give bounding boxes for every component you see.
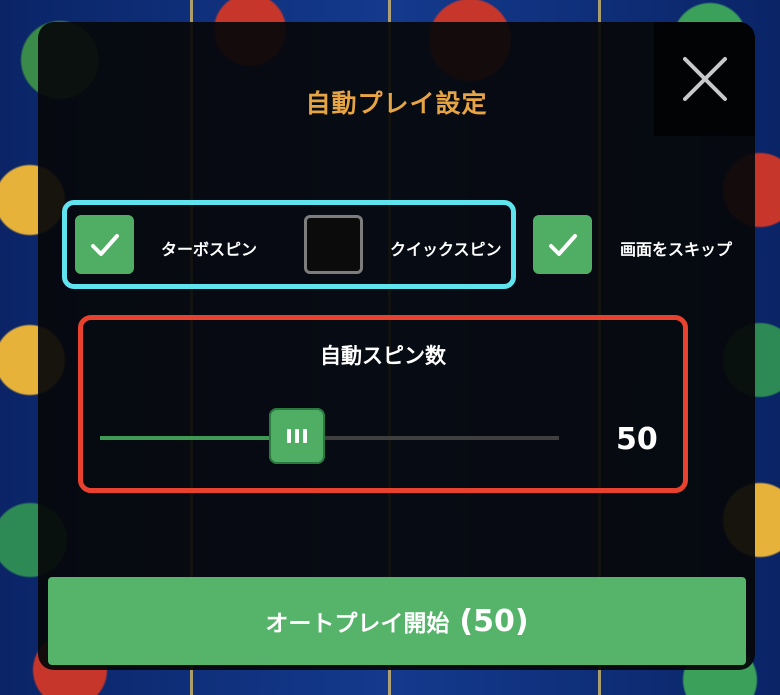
spin-count-slider[interactable] [100, 408, 559, 464]
auto-spin-count-panel: 自動スピン数 [78, 315, 688, 493]
start-autoplay-count: (50) [459, 603, 529, 639]
turbo-spin-label: ターボスピン [161, 240, 258, 259]
skip-screen-checkbox[interactable] [533, 215, 592, 274]
turbo-spin-checkbox[interactable] [75, 215, 134, 274]
checkmark-icon [548, 233, 577, 256]
checkmark-icon [90, 233, 119, 256]
spin-count-value: 50 [616, 422, 658, 457]
quick-spin-checkbox[interactable] [304, 215, 363, 274]
close-button[interactable] [654, 22, 755, 136]
start-autoplay-button[interactable]: オートプレイ開始 (50) [48, 577, 746, 665]
start-autoplay-label: オートプレイ開始 [265, 611, 450, 637]
dialog-title: 自動プレイ設定 [305, 89, 488, 118]
close-x-icon [682, 57, 727, 101]
autoplay-settings-dialog: 自動プレイ設定 ターボスピン クイックスピン 画面をスキップ 自動スピン数 50… [38, 22, 755, 670]
quick-spin-label: クイックスピン [390, 240, 502, 259]
skip-screen-label: 画面をスキップ [620, 240, 733, 259]
auto-spin-count-title: 自動スピン数 [320, 344, 446, 368]
slider-handle[interactable] [269, 408, 326, 464]
grip-icon [287, 429, 308, 443]
slider-fill [100, 436, 298, 440]
